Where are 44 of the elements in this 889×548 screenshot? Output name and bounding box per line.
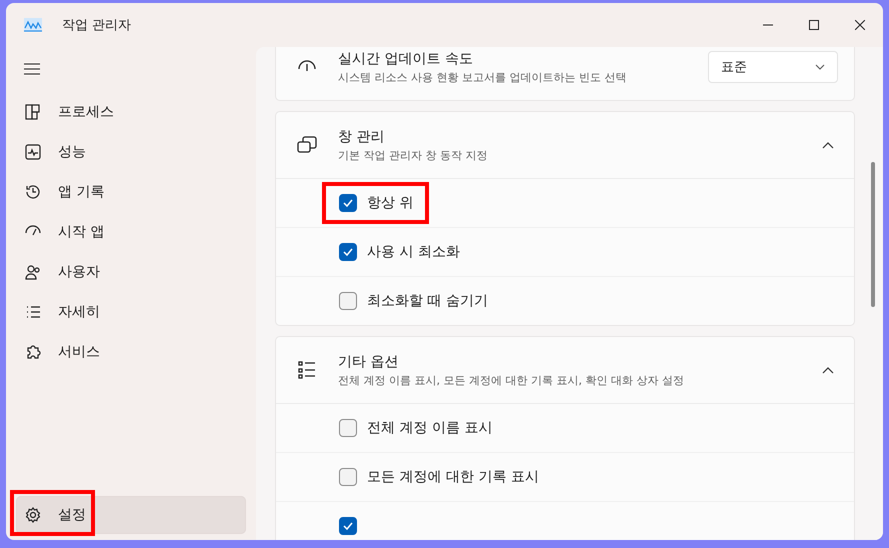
checkbox[interactable] <box>339 194 357 212</box>
checkbox-label: 항상 위 <box>367 194 414 212</box>
chevron-down-icon <box>815 64 825 70</box>
history-icon <box>24 183 42 201</box>
section-description: 기본 작업 관리자 창 동작 지정 <box>338 148 488 162</box>
grid-icon <box>24 103 42 121</box>
list-icon <box>296 359 318 381</box>
nav-item[interactable]: 서비스 <box>16 333 246 371</box>
scrollbar[interactable] <box>871 162 875 307</box>
section-title: 창 관리 <box>338 128 386 146</box>
users-icon <box>24 263 42 281</box>
check-icon <box>342 197 354 209</box>
checkbox-label: 모든 계정에 대한 기록 표시 <box>367 468 539 486</box>
checkbox[interactable] <box>339 243 357 261</box>
nav-item[interactable]: 프로세스 <box>16 93 246 131</box>
checkbox[interactable] <box>339 468 357 486</box>
check-icon <box>342 520 354 532</box>
checkbox[interactable] <box>339 419 357 437</box>
nav-item[interactable]: 성능 <box>16 133 246 171</box>
settings-nav-item[interactable]: 설정 <box>16 496 246 534</box>
section-title: 실시간 업데이트 속도 <box>338 50 474 68</box>
checkbox-label: 전체 계정 이름 표시 <box>367 419 492 437</box>
checkbox[interactable] <box>339 292 357 310</box>
pulse-icon <box>24 143 42 161</box>
section-description: 전체 계정 이름 표시, 모든 계정에 대한 기록 표시, 확인 대화 상자 설정 <box>338 372 684 388</box>
check-icon <box>342 246 354 258</box>
chevron-up-icon <box>822 141 834 149</box>
close-icon <box>855 20 865 30</box>
nav-item[interactable]: 자세히 <box>16 293 246 331</box>
checkbox-label: 사용 시 최소화 <box>367 243 460 261</box>
nav-item[interactable]: 사용자 <box>16 253 246 291</box>
settings-icon <box>24 506 42 524</box>
speed-dropdown[interactable]: 표준 <box>708 51 838 83</box>
nav-item[interactable]: 앱 기록 <box>16 173 246 211</box>
nav-item[interactable]: 시작 앱 <box>16 213 246 251</box>
app-icon <box>24 18 42 32</box>
checkbox[interactable] <box>339 517 357 535</box>
window-title: 작업 관리자 <box>62 17 132 34</box>
section-description: 시스템 리소스 사용 현황 보고서를 업데이트하는 빈도 선택 <box>338 70 626 84</box>
chevron-up-icon <box>822 366 834 374</box>
maximize-icon <box>809 20 819 30</box>
checkbox-label: 최소화할 때 숨기기 <box>367 292 488 310</box>
section-title: 기타 옵션 <box>338 352 400 370</box>
menu-icon <box>24 63 40 75</box>
